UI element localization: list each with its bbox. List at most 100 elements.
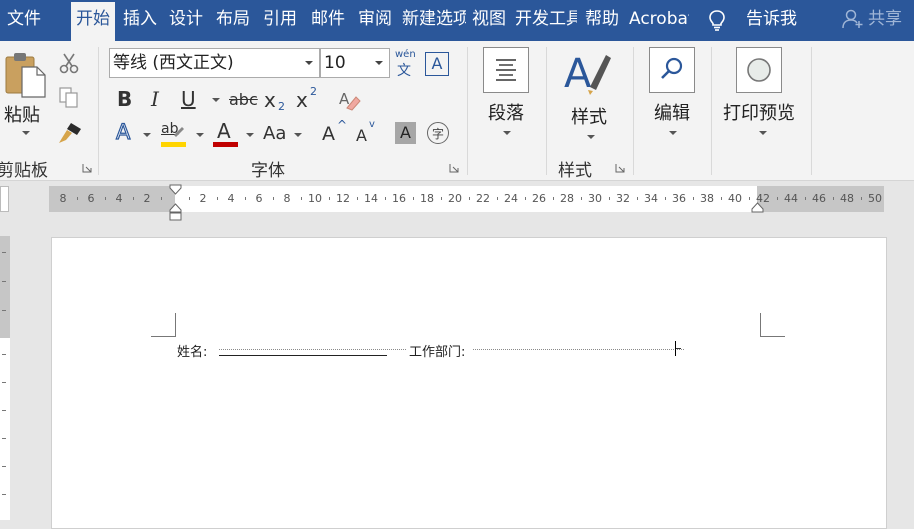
tab-design[interactable]: 设计 [165,0,207,41]
ruler-tick [777,197,778,200]
styles-button[interactable]: A 样式 [560,47,620,147]
paste-dropdown-icon[interactable] [22,131,30,135]
text-effects-dropdown-icon[interactable] [143,133,151,137]
crop-mark [760,336,785,337]
character-shading-button[interactable]: A [395,122,416,144]
highlight-dropdown-icon[interactable] [196,133,204,137]
clear-formatting-icon[interactable]: A [337,89,361,111]
ribbon: 粘贴 剪贴板 等线 (西文正文) 10 wén 文 A B I U abc x [0,41,914,181]
print-preview-icon [747,58,771,82]
font-name-combo[interactable]: 等线 (西文正文) [109,48,320,78]
tab-selector-button[interactable] [0,186,9,212]
bold-button[interactable]: B [117,88,132,110]
ruler-number: 4 [115,192,123,205]
editing-dropdown-icon[interactable] [669,131,677,135]
ruler-number: 10 [308,192,322,205]
underline-dropdown-icon[interactable] [212,98,220,102]
tab-review[interactable]: 审阅 [354,0,396,41]
tab-layout[interactable]: 布局 [212,0,254,41]
tell-me-search[interactable]: 告诉我 [746,0,797,38]
vertical-ruler[interactable] [0,236,10,520]
ruler-number: 2 [143,192,151,205]
format-painter-icon[interactable] [57,121,83,145]
ruler-number: 12 [336,192,350,205]
tab-home[interactable]: 开始 [71,2,115,41]
ruler-number: 26 [532,192,546,205]
italic-button[interactable]: I [151,88,159,110]
font-color-dropdown-icon[interactable] [246,133,254,137]
change-case-dropdown-icon[interactable] [294,133,302,137]
change-case-button[interactable]: Aa [263,123,286,145]
styles-dropdown-icon[interactable] [587,135,595,139]
lightbulb-icon[interactable] [706,9,728,31]
strikethrough-button[interactable]: abc [229,89,258,111]
cut-icon[interactable] [58,52,80,74]
font-group-label: 字体 [251,161,285,181]
paste-button[interactable]: 粘贴 [3,51,51,139]
font-color-button[interactable]: A [213,119,239,147]
tab-acrobat[interactable]: Acrobat [627,0,689,41]
character-border-button[interactable]: A [425,52,449,76]
ruler-number: 44 [784,192,798,205]
ruler-tick [497,197,498,200]
tab-new-tab[interactable]: 新建选项卡 [400,0,466,41]
first-line-indent-marker[interactable] [169,184,182,195]
highlight-color-bar [161,142,186,147]
document-page[interactable]: 姓名: 工作部门: [51,237,887,529]
ruler-tick [301,197,302,200]
copy-icon[interactable] [59,87,79,109]
underline-button[interactable]: U [181,88,196,110]
paragraph-icon-box [483,47,529,93]
ruler-number: 30 [588,192,602,205]
marker-icon [174,127,184,137]
font-size-combo[interactable]: 10 [320,48,390,78]
editing-button[interactable]: 编辑 [646,47,698,147]
enclose-characters-button[interactable]: 字 [427,122,449,144]
right-indent-marker[interactable] [751,202,764,213]
ruler-number: 28 [560,192,574,205]
ruler-number: 4 [227,192,235,205]
superscript-button[interactable]: x 2 [296,85,320,114]
print-preview-dropdown-icon[interactable] [759,131,767,135]
font-dialog-launcher-icon[interactable] [449,163,459,173]
shrink-font-button[interactable]: A v [356,119,380,147]
ruler-tick [329,197,330,200]
ruler-number: 6 [87,192,95,205]
separator [633,47,634,175]
styles-dialog-launcher-icon[interactable] [615,163,625,173]
tab-insert[interactable]: 插入 [119,0,161,41]
separator [546,47,547,175]
hanging-indent-marker[interactable] [169,203,182,221]
clipboard-dialog-launcher-icon[interactable] [82,163,92,173]
subscript-button[interactable]: x 2 [264,88,288,114]
phonetic-guide-button[interactable]: wén 文 [394,49,418,79]
grow-font-button[interactable]: A ^ [322,118,347,147]
tab-view[interactable]: 视图 [467,0,511,41]
enclose-characters-label: 字 [431,127,444,141]
paragraph-button[interactable]: 段落 [480,47,532,147]
paragraph-dropdown-icon[interactable] [503,131,511,135]
ruler-tick [413,197,414,200]
tab-file[interactable]: 文件 [0,0,48,41]
share-button[interactable]: 共享 [842,0,902,38]
ruler-number: 14 [364,192,378,205]
ruler-tick [693,197,694,200]
print-preview-button[interactable]: 打印预览 [720,47,800,147]
ruler-tick [273,197,274,200]
shrink-font-label: A [356,126,367,145]
ruler-tick [721,197,722,200]
ruler-tick [161,197,162,200]
print-preview-icon-box [736,47,782,93]
horizontal-ruler[interactable]: 8 6 4 2 2 4 6 8 10 12 14 16 18 20 22 24 26 28 30 32 34 36 38 40… [49,184,884,221]
text-effects-button[interactable]: A [115,120,131,143]
paragraph-label: 段落 [488,103,524,124]
tab-help[interactable]: 帮助 [580,0,624,41]
ruler-number: 32 [616,192,630,205]
editing-label: 编辑 [654,103,690,124]
tab-mailings[interactable]: 邮件 [306,0,350,41]
tab-references[interactable]: 引用 [258,0,302,41]
ruler-number: 16 [392,192,406,205]
styles-group-label: 样式 [558,161,592,181]
tab-developer[interactable]: 开发工具 [513,0,577,41]
highlight-button[interactable]: ab [161,121,189,147]
